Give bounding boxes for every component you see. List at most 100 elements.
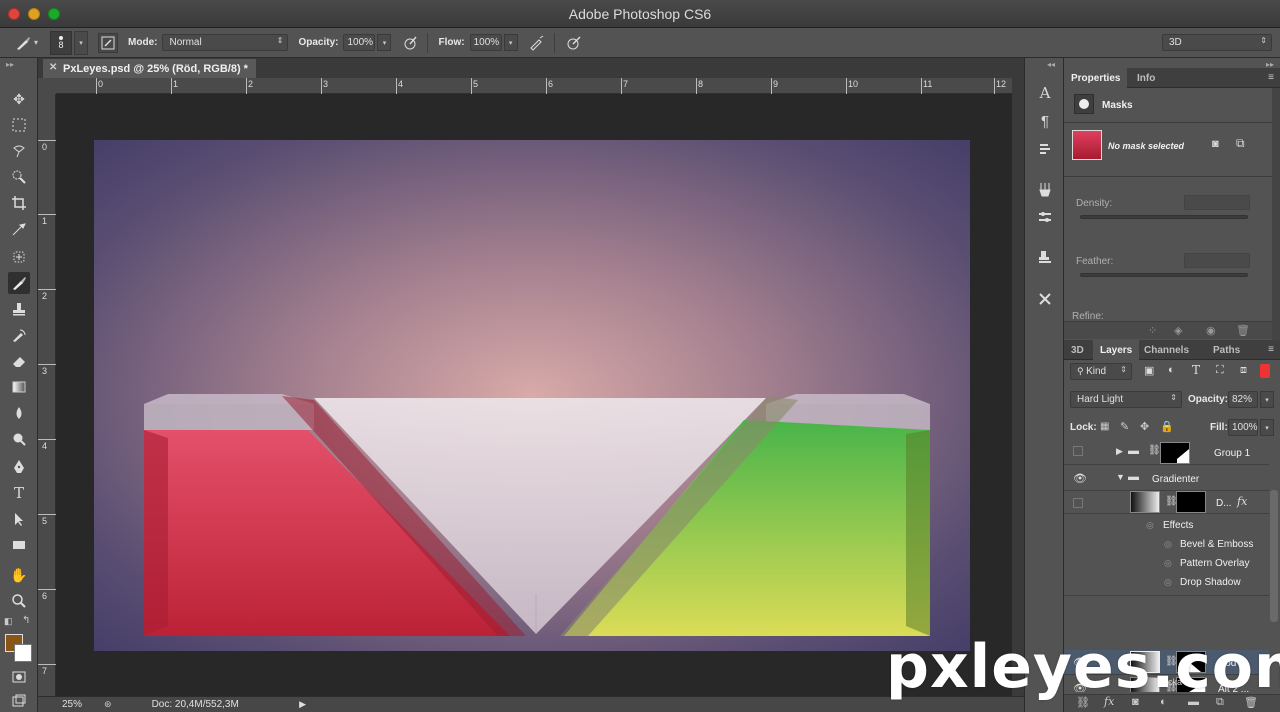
document-tab[interactable]: ✕ PxLeyes.psd @ 25% (Röd, RGB/8) *: [43, 59, 256, 78]
layer-thumbnail[interactable]: [1130, 491, 1160, 513]
close-document-icon[interactable]: ✕: [49, 62, 57, 73]
ruler-origin[interactable]: [38, 78, 56, 94]
brush-panel-icon[interactable]: [1034, 206, 1056, 228]
brush-tool-preset-icon[interactable]: [14, 34, 32, 52]
status-menu-icon[interactable]: ⊛: [104, 699, 112, 710]
density-slider[interactable]: [1080, 215, 1248, 219]
lock-image-icon[interactable]: ✎: [1120, 420, 1129, 433]
layer-row-gradienter[interactable]: 👁 ▼ ▬ Gradienter: [1064, 466, 1269, 491]
expand-dock-icon[interactable]: ◂◂: [1047, 60, 1055, 69]
eyedropper-tool-icon[interactable]: [8, 218, 30, 240]
layer-opacity-input[interactable]: 82%: [1228, 391, 1258, 408]
tab-3d[interactable]: 3D: [1064, 340, 1091, 360]
visibility-toggle-off[interactable]: [1073, 498, 1087, 510]
brush-tool-icon[interactable]: [8, 272, 30, 294]
effect-drop-shadow[interactable]: Drop Shadow: [1180, 577, 1241, 588]
filter-shape-icon[interactable]: ⛶: [1216, 364, 1224, 377]
layer-row-group1[interactable]: ▶ ▬ ⛓ Group 1: [1064, 440, 1269, 465]
workspace-switcher[interactable]: 3D ⇕: [1162, 34, 1272, 51]
visibility-eye-icon[interactable]: 👁: [1073, 472, 1087, 485]
vertical-scrollbar[interactable]: [1012, 78, 1024, 696]
filter-toggle-switch[interactable]: [1260, 364, 1270, 378]
lock-transparent-icon[interactable]: ▦: [1100, 421, 1109, 432]
opacity-dropdown-arrow[interactable]: ▾: [377, 34, 392, 51]
layers-scrollbar-thumb[interactable]: [1270, 490, 1278, 622]
path-selection-tool-icon[interactable]: [8, 508, 30, 530]
default-colors-icon[interactable]: ◧: [4, 616, 13, 627]
effect-bevel-emboss[interactable]: Bevel & Emboss: [1180, 539, 1253, 550]
gradient-tool-icon[interactable]: [8, 376, 30, 398]
feather-input[interactable]: [1184, 253, 1250, 268]
rectangle-tool-icon[interactable]: [8, 534, 30, 556]
delete-mask-icon[interactable]: 🗑: [1236, 324, 1250, 337]
type-tool-icon[interactable]: T: [8, 482, 30, 504]
pressure-opacity-icon[interactable]: [401, 34, 419, 52]
crop-tool-icon[interactable]: [8, 192, 30, 214]
layer-opacity-arrow[interactable]: ▾: [1260, 391, 1274, 408]
filter-type-icon[interactable]: T: [1192, 363, 1200, 377]
load-selection-icon[interactable]: ⁘: [1148, 324, 1157, 337]
effect-eye-icon[interactable]: ◎: [1164, 539, 1172, 550]
properties-scrollbar[interactable]: [1272, 88, 1280, 341]
move-tool-icon[interactable]: ✥: [8, 88, 30, 110]
tab-properties[interactable]: Properties: [1064, 68, 1128, 88]
visibility-toggle-off[interactable]: [1073, 446, 1087, 458]
eraser-tool-icon[interactable]: [8, 350, 30, 372]
quick-selection-tool-icon[interactable]: [8, 166, 30, 188]
properties-menu-icon[interactable]: ≡: [1268, 72, 1274, 83]
collapse-arrow-icon[interactable]: ▼: [1116, 472, 1125, 482]
zoom-level[interactable]: 25%: [62, 699, 82, 710]
quick-mask-icon[interactable]: [8, 666, 30, 688]
add-pixel-mask-icon[interactable]: ◙: [1212, 138, 1219, 150]
layer-filter-kind-dropdown[interactable]: ⚲ Kind ⇕: [1070, 363, 1132, 380]
effect-pattern-overlay[interactable]: Pattern Overlay: [1180, 558, 1249, 569]
flow-dropdown-arrow[interactable]: ▾: [503, 34, 518, 51]
lock-position-icon[interactable]: ✥: [1140, 420, 1149, 433]
mode-dropdown[interactable]: Normal ⇕: [162, 34, 289, 51]
pen-tool-icon[interactable]: [8, 456, 30, 478]
link-icon[interactable]: ⛓: [1148, 445, 1161, 456]
tab-channels[interactable]: Channels: [1137, 340, 1196, 360]
hand-tool-icon[interactable]: ✋: [8, 564, 30, 586]
brush-panel-toggle-icon[interactable]: [98, 32, 119, 53]
layer-mask-thumbnail[interactable]: [1176, 491, 1206, 513]
tool-presets-panel-icon[interactable]: [1034, 288, 1056, 310]
layer-effects-icon[interactable]: fx: [1237, 495, 1247, 508]
lock-all-icon[interactable]: 🔒: [1160, 420, 1174, 433]
lasso-tool-icon[interactable]: [8, 140, 30, 162]
tab-layers[interactable]: Layers: [1093, 340, 1140, 360]
brush-presets-panel-icon[interactable]: [1034, 178, 1056, 200]
effect-eye-icon[interactable]: ◎: [1164, 558, 1172, 569]
history-brush-tool-icon[interactable]: [8, 324, 30, 346]
layer-row-d[interactable]: ⛓ D... fx: [1064, 491, 1269, 514]
filter-pixel-icon[interactable]: ▣: [1144, 364, 1154, 377]
clone-source-panel-icon[interactable]: [1034, 246, 1056, 268]
zoom-tool-icon[interactable]: [8, 590, 30, 612]
swap-colors-icon[interactable]: ↰: [22, 615, 30, 626]
clone-stamp-tool-icon[interactable]: [8, 298, 30, 320]
expand-arrow-icon[interactable]: ▶: [1116, 446, 1123, 457]
healing-brush-tool-icon[interactable]: [8, 246, 30, 268]
paragraph-panel-icon[interactable]: ¶: [1034, 110, 1056, 132]
effect-eye-icon[interactable]: ◎: [1164, 577, 1172, 588]
fill-arrow[interactable]: ▾: [1260, 419, 1274, 436]
fill-input[interactable]: 100%: [1228, 419, 1258, 436]
layers-menu-icon[interactable]: ≡: [1268, 344, 1274, 355]
document-canvas[interactable]: [56, 94, 1012, 696]
effects-eye-icon[interactable]: ◎: [1146, 520, 1154, 531]
flow-input[interactable]: 100%: [469, 34, 502, 51]
pressure-size-icon[interactable]: [565, 34, 583, 52]
tab-info[interactable]: Info: [1130, 68, 1162, 88]
screen-mode-icon[interactable]: [8, 690, 30, 712]
canvas-workspace[interactable]: [56, 94, 1012, 696]
character-panel-icon[interactable]: A: [1034, 82, 1056, 104]
toggle-mask-icon[interactable]: ◉: [1206, 324, 1216, 337]
airbrush-icon[interactable]: [528, 34, 546, 52]
add-vector-mask-icon[interactable]: ⧉: [1236, 136, 1245, 151]
brush-size-picker[interactable]: 8: [50, 30, 73, 55]
preset-dropdown-arrow[interactable]: ▾: [34, 38, 38, 47]
opacity-input[interactable]: 100%: [343, 34, 376, 51]
group-mask-thumbnail[interactable]: [1160, 442, 1190, 464]
dodge-tool-icon[interactable]: [8, 428, 30, 450]
status-expand-icon[interactable]: ▶: [299, 699, 306, 710]
